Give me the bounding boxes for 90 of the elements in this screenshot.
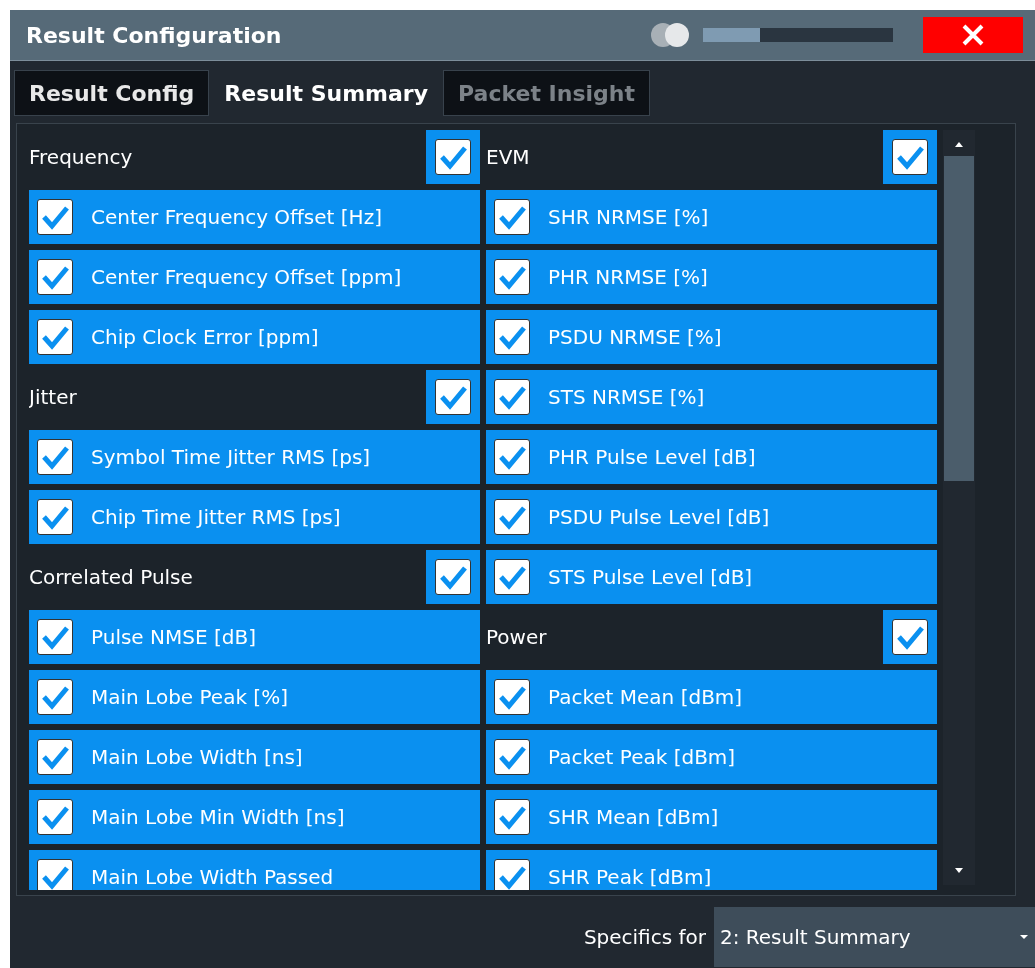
option-label: PSDU NRMSE [%] [548, 325, 722, 349]
group-label: Power [486, 625, 547, 649]
option-row[interactable]: Packet Mean [dBm] [486, 670, 937, 724]
option-row[interactable]: STS NRMSE [%] [486, 370, 937, 424]
option-row[interactable]: PSDU Pulse Level [dB] [486, 490, 937, 544]
checkbox[interactable] [37, 859, 73, 890]
option-label: PHR Pulse Level [dB] [548, 445, 756, 469]
scrollbar[interactable] [943, 130, 975, 885]
checkbox[interactable] [892, 139, 928, 175]
close-button[interactable] [923, 17, 1023, 53]
group-checkbox-frame[interactable] [883, 130, 937, 184]
option-label: STS Pulse Level [dB] [548, 565, 753, 589]
specifics-dropdown[interactable]: 2: Result Summary [714, 907, 1035, 967]
option-label: Packet Mean [dBm] [548, 685, 743, 709]
specifics-label: Specifics for [583, 925, 706, 949]
option-row[interactable]: SHR Mean [dBm] [486, 790, 937, 844]
option-label: Center Frequency Offset [ppm] [91, 265, 402, 289]
group-label: Correlated Pulse [29, 565, 193, 589]
group-checkbox-frame[interactable] [426, 370, 480, 424]
option-row[interactable]: PHR NRMSE [%] [486, 250, 937, 304]
checkbox[interactable] [494, 859, 530, 890]
transparency-slider[interactable] [703, 28, 893, 42]
checkbox[interactable] [435, 379, 471, 415]
group-checkbox-frame[interactable] [426, 130, 480, 184]
option-label: SHR Mean [dBm] [548, 805, 719, 829]
window-title: Result Configuration [26, 22, 283, 48]
option-row[interactable]: SHR Peak [dBm] [486, 850, 937, 890]
option-row[interactable]: PSDU NRMSE [%] [486, 310, 937, 364]
option-label: Main Lobe Peak [%] [91, 685, 288, 709]
checkbox[interactable] [37, 619, 73, 655]
option-row[interactable]: Center Frequency Offset [ppm] [29, 250, 480, 304]
checkbox[interactable] [494, 319, 530, 355]
option-row[interactable]: Main Lobe Peak [%] [29, 670, 480, 724]
checkbox[interactable] [494, 199, 530, 235]
option-label: STS NRMSE [%] [548, 385, 705, 409]
option-row[interactable]: Center Frequency Offset [Hz] [29, 190, 480, 244]
checkbox[interactable] [37, 679, 73, 715]
checkbox[interactable] [37, 499, 73, 535]
checkbox[interactable] [37, 319, 73, 355]
checkbox[interactable] [37, 439, 73, 475]
option-label: Pulse NMSE [dB] [91, 625, 256, 649]
checkbox[interactable] [37, 739, 73, 775]
checkbox[interactable] [435, 139, 471, 175]
option-row[interactable]: Chip Clock Error [ppm] [29, 310, 480, 364]
option-label: Main Lobe Width [ns] [91, 745, 303, 769]
option-label: Main Lobe Width Passed [91, 865, 334, 889]
option-label: PHR NRMSE [%] [548, 265, 708, 289]
caret-icon [1019, 934, 1029, 940]
checkbox[interactable] [494, 679, 530, 715]
option-row[interactable]: STS Pulse Level [dB] [486, 550, 937, 604]
checkbox[interactable] [37, 259, 73, 295]
checkbox[interactable] [494, 379, 530, 415]
option-row[interactable]: SHR NRMSE [%] [486, 190, 937, 244]
checkbox[interactable] [494, 499, 530, 535]
option-row[interactable]: Main Lobe Width Passed [29, 850, 480, 890]
checkbox[interactable] [37, 199, 73, 235]
option-row[interactable]: Main Lobe Min Width [ns] [29, 790, 480, 844]
close-icon [961, 23, 985, 47]
option-row[interactable]: Symbol Time Jitter RMS [ps] [29, 430, 480, 484]
option-label: Main Lobe Min Width [ns] [91, 805, 345, 829]
scroll-up-icon[interactable] [953, 140, 965, 148]
checkbox[interactable] [494, 259, 530, 295]
option-label: SHR Peak [dBm] [548, 865, 712, 889]
option-label: SHR NRMSE [%] [548, 205, 709, 229]
option-row[interactable]: Pulse NMSE [dB] [29, 610, 480, 664]
option-row[interactable]: Chip Time Jitter RMS [ps] [29, 490, 480, 544]
option-row[interactable]: PHR Pulse Level [dB] [486, 430, 937, 484]
group-label: Frequency [29, 145, 133, 169]
group-checkbox-frame[interactable] [426, 550, 480, 604]
group-checkbox-frame[interactable] [883, 610, 937, 664]
scrollbar-thumb[interactable] [944, 156, 974, 481]
checkbox[interactable] [494, 559, 530, 595]
group-label: EVM [486, 145, 530, 169]
scroll-down-icon[interactable] [953, 867, 965, 875]
checkbox[interactable] [37, 799, 73, 835]
option-label: Packet Peak [dBm] [548, 745, 736, 769]
dropdown-value: 2: Result Summary [720, 925, 911, 949]
checkbox[interactable] [494, 739, 530, 775]
option-label: Chip Time Jitter RMS [ps] [91, 505, 341, 529]
checkbox[interactable] [494, 439, 530, 475]
option-row[interactable]: Main Lobe Width [ns] [29, 730, 480, 784]
checkbox[interactable] [435, 559, 471, 595]
option-label: Chip Clock Error [ppm] [91, 325, 319, 349]
checkbox[interactable] [892, 619, 928, 655]
option-label: Symbol Time Jitter RMS [ps] [91, 445, 371, 469]
tab[interactable]: Result Config [14, 70, 210, 116]
option-label: PSDU Pulse Level [dB] [548, 505, 770, 529]
checkbox[interactable] [494, 799, 530, 835]
option-row[interactable]: Packet Peak [dBm] [486, 730, 937, 784]
option-label: Center Frequency Offset [Hz] [91, 205, 382, 229]
